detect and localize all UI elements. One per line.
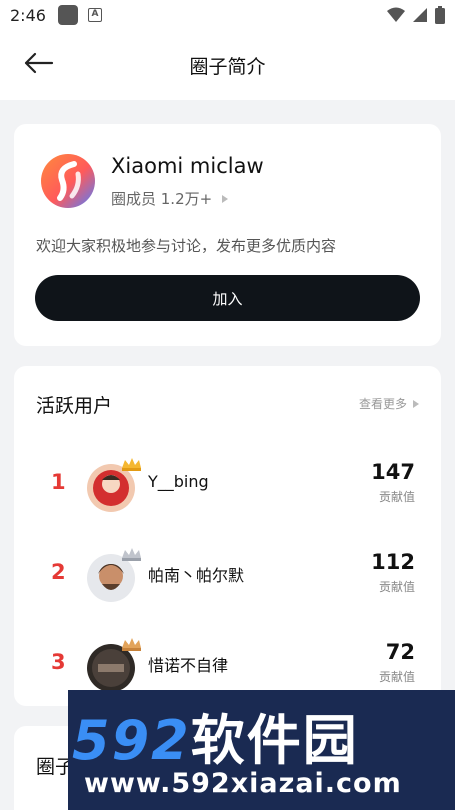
user-name: 帕南丶帕尔默 xyxy=(148,566,245,585)
user-avatar xyxy=(87,548,141,602)
notification-a-icon: A xyxy=(87,8,102,22)
circle-info-card: Xiaomi miclaw 圈成员 1.2万+ 欢迎大家积极地参与讨论，发布更多… xyxy=(14,124,441,346)
watermark-banner: 592软件园 www.592xiazai.com xyxy=(68,690,455,810)
status-bar: 2:46 A xyxy=(0,0,455,30)
user-avatar xyxy=(87,458,141,512)
circle-name: Xiaomi miclaw xyxy=(111,154,264,178)
user-name: Y__bing xyxy=(148,472,209,491)
score-label: 贡献值 xyxy=(378,580,415,594)
wifi-icon xyxy=(387,7,405,22)
user-rank: 2 xyxy=(51,560,66,584)
crown-icon xyxy=(122,638,141,651)
see-more-link[interactable]: 查看更多 xyxy=(359,395,419,412)
see-more-label: 查看更多 xyxy=(358,397,407,411)
user-row[interactable]: 2 帕南丶帕尔默 112 贡献值 xyxy=(14,538,441,608)
user-avatar xyxy=(87,638,141,692)
member-count-link[interactable]: 圈成员 1.2万+ xyxy=(111,188,229,209)
chevron-right-icon xyxy=(222,194,229,203)
user-rank: 1 xyxy=(51,470,66,494)
user-row[interactable]: 3 惜诺不自律 72 贡献值 xyxy=(14,628,441,698)
crown-icon xyxy=(122,548,141,561)
user-score: 72 xyxy=(385,640,415,664)
page-title: 圈子简介 xyxy=(189,56,266,78)
join-button[interactable]: 加入 xyxy=(35,275,420,321)
circle-description: 欢迎大家积极地参与讨论，发布更多优质内容 xyxy=(36,237,337,255)
watermark-cn-text: 软件园 xyxy=(190,709,359,772)
section-title: 活跃用户 xyxy=(36,395,113,417)
watermark-digits: 592 xyxy=(72,709,191,772)
notification-app-icon xyxy=(57,5,78,25)
crown-icon xyxy=(122,458,141,471)
user-score: 112 xyxy=(371,550,415,574)
watermark-logo-text: 592软件园 xyxy=(72,696,359,775)
chevron-right-icon xyxy=(413,399,419,408)
user-row[interactable]: 1 Y__bing 147 贡献值 xyxy=(14,448,441,518)
app-header: 圈子简介 xyxy=(0,30,455,100)
signal-icon xyxy=(413,8,427,22)
status-icons xyxy=(387,6,445,24)
score-label: 贡献值 xyxy=(378,670,415,684)
active-users-card: 活跃用户 查看更多 1 Y__bing 147 贡献值 2 帕南丶帕尔默 112… xyxy=(14,366,441,706)
watermark-url: www.592xiazai.com xyxy=(84,768,402,799)
battery-icon xyxy=(435,6,445,24)
score-label: 贡献值 xyxy=(378,490,415,504)
member-count: 圈成员 1.2万+ xyxy=(111,190,213,208)
user-name: 惜诺不自律 xyxy=(148,656,229,675)
circle-logo xyxy=(41,154,95,208)
user-score: 147 xyxy=(371,460,415,484)
user-rank: 3 xyxy=(51,650,66,674)
status-time: 2:46 xyxy=(10,5,46,25)
